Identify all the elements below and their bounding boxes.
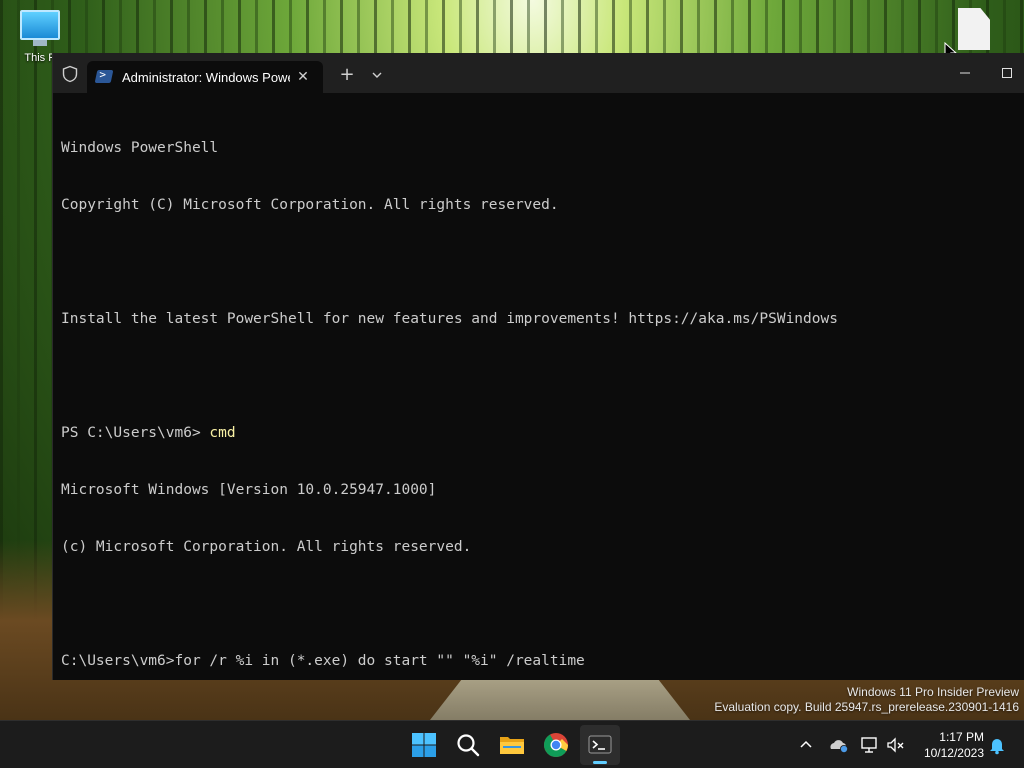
console-prompt: PS C:\Users\vm6>	[61, 425, 210, 441]
notification-bell-icon[interactable]	[988, 735, 1006, 755]
taskbar-clock[interactable]: 1:17 PM 10/12/2023	[910, 729, 984, 761]
volume-muted-icon[interactable]	[885, 735, 907, 755]
close-tab-button[interactable]: ✕	[293, 67, 313, 87]
watermark-line-2: Evaluation copy. Build 25947.rs_prerelea…	[714, 700, 1019, 714]
console-line: Microsoft Windows [Version 10.0.25947.10…	[61, 482, 437, 498]
active-app-indicator	[593, 761, 607, 764]
title-bar[interactable]: > Administrator: Windows Powe ✕ +	[53, 53, 1024, 93]
tab-administrator-powershell[interactable]: > Administrator: Windows Powe ✕	[87, 61, 323, 93]
chevron-up-icon[interactable]	[796, 735, 816, 755]
shield-icon	[62, 65, 78, 83]
maximize-button[interactable]	[989, 61, 1024, 85]
this-pc-icon	[20, 10, 60, 40]
chrome-icon	[543, 733, 568, 758]
search-button[interactable]	[448, 725, 488, 765]
file-icon	[958, 8, 990, 50]
console-output[interactable]: Windows PowerShell Copyright (C) Microso…	[61, 101, 1024, 680]
console-line: Windows PowerShell	[61, 140, 219, 156]
console-input-line: PS C:\Users\vm6> cmd	[61, 424, 1024, 443]
tab-title: Administrator: Windows Powe	[122, 70, 290, 85]
evaluation-watermark: Windows 11 Pro Insider Preview Evaluatio…	[714, 685, 1019, 715]
console-line: (c) Microsoft Corporation. All rights re…	[61, 539, 472, 555]
chevron-down-icon[interactable]	[367, 65, 387, 85]
taskbar: 1:17 PM 10/12/2023	[0, 720, 1024, 768]
chrome-button[interactable]	[536, 725, 576, 765]
terminal-window[interactable]: > Administrator: Windows Powe ✕ + Window…	[52, 53, 1024, 680]
clock-date: 10/12/2023	[923, 746, 984, 760]
terminal-icon	[588, 735, 612, 754]
new-tab-button[interactable]: +	[337, 65, 357, 85]
search-icon	[457, 734, 480, 757]
onedrive-icon[interactable]	[828, 735, 850, 755]
network-icon[interactable]	[859, 735, 881, 755]
console-line: Install the latest PowerShell for new fe…	[61, 311, 838, 327]
file-explorer-button[interactable]	[492, 725, 532, 765]
start-icon	[412, 733, 436, 757]
powershell-icon: >	[94, 68, 114, 83]
console-command: cmd	[209, 425, 236, 441]
terminal-button[interactable]	[580, 725, 620, 765]
minimize-button[interactable]	[943, 61, 987, 85]
clock-time: 1:17 PM	[939, 730, 984, 744]
watermark-line-1: Windows 11 Pro Insider Preview	[847, 685, 1019, 699]
start-button[interactable]	[404, 725, 444, 765]
file-explorer-icon	[500, 737, 524, 754]
desktop-icon-file[interactable]	[952, 8, 996, 50]
monitor-stand	[33, 40, 47, 46]
console-current-line: C:\Users\vm6>for /r %i in (*.exe) do sta…	[61, 653, 585, 669]
console-line: Copyright (C) Microsoft Corporation. All…	[61, 197, 559, 213]
